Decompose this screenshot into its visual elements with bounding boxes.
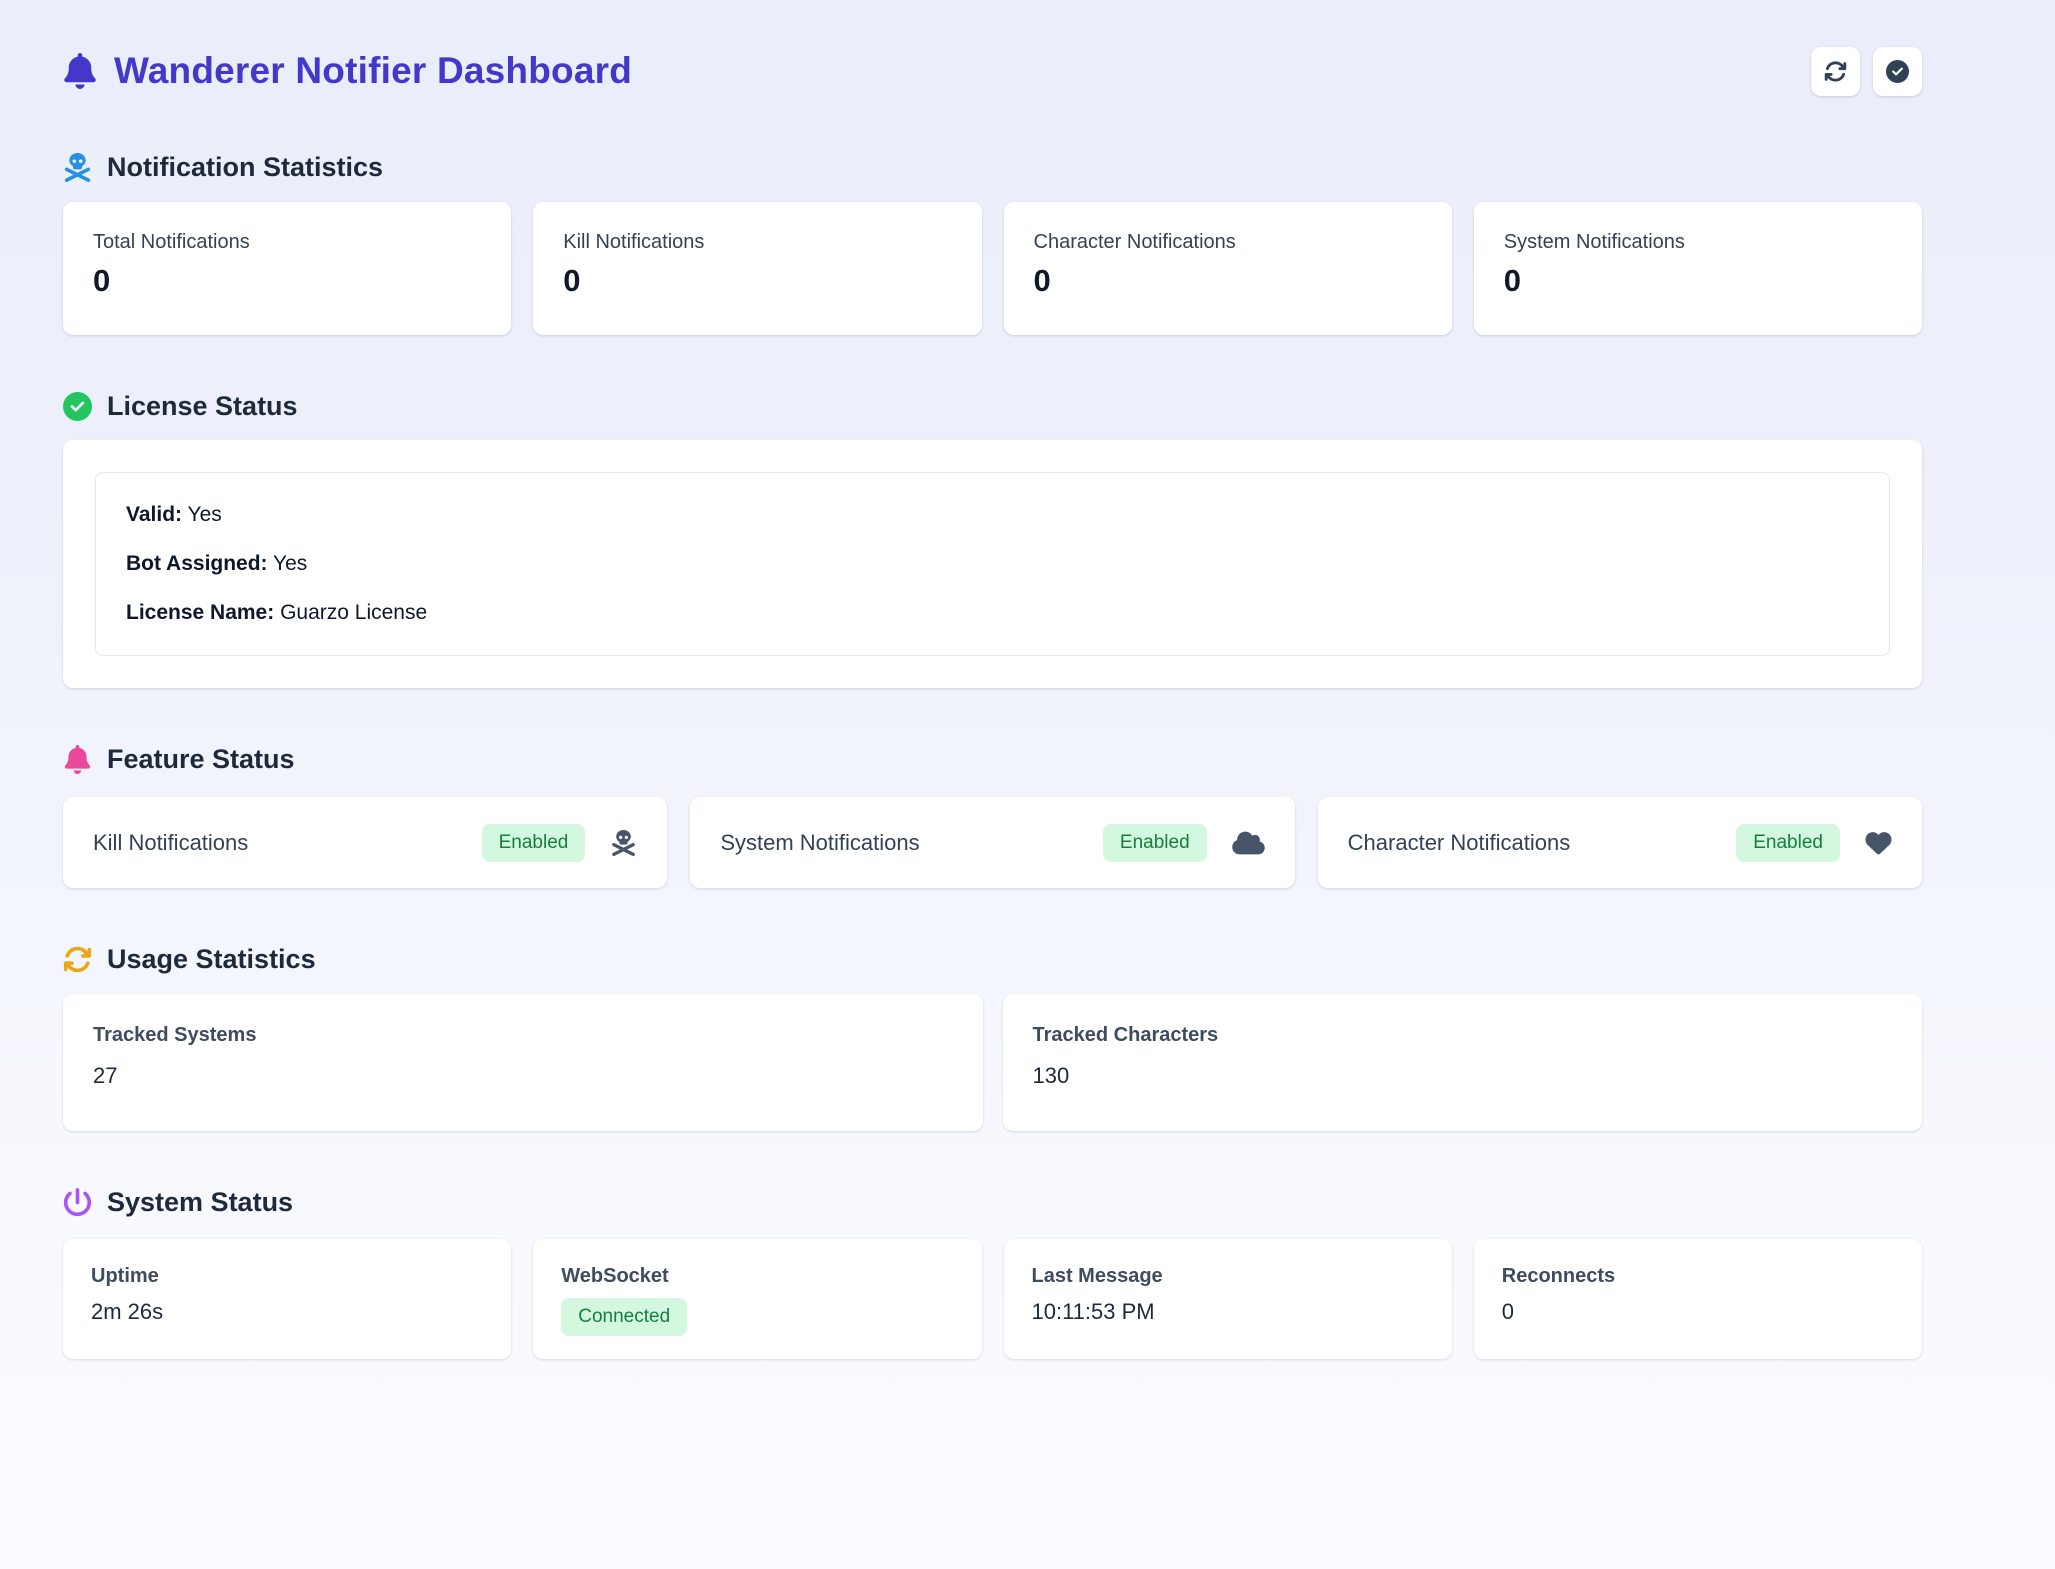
system-label: WebSocket (561, 1265, 953, 1288)
system-label: Uptime (91, 1265, 483, 1288)
system-card-last-message: Last Message 10:11:53 PM (1004, 1239, 1452, 1359)
section-title: License Status (107, 391, 298, 422)
feature-card-kill: Kill Notifications Enabled (63, 797, 667, 888)
notification-statistics-grid: Total Notifications 0 Kill Notifications… (63, 202, 1922, 335)
license-card: Valid: Yes Bot Assigned: Yes License Nam… (63, 440, 1922, 688)
skull-crossbones-icon (610, 830, 637, 856)
system-status-heading: System Status (63, 1187, 1922, 1218)
usage-label: Tracked Systems (93, 1024, 953, 1047)
stat-value: 0 (93, 263, 481, 299)
section-title: System Status (107, 1187, 293, 1218)
system-status-grid: Uptime 2m 26s WebSocket Connected Last M… (63, 1239, 1922, 1359)
license-bot-line: Bot Assigned: Yes (126, 549, 1859, 579)
header: Wanderer Notifier Dashboard (63, 46, 1922, 96)
bell-icon (63, 745, 92, 774)
stat-label: Character Notifications (1034, 231, 1422, 254)
stat-card-character: Character Notifications 0 (1004, 202, 1452, 335)
license-status-heading: License Status (63, 391, 1922, 422)
license-field-label: License Name: (126, 601, 274, 624)
stat-card-kill: Kill Notifications 0 (533, 202, 981, 335)
system-card-reconnects: Reconnects 0 (1474, 1239, 1922, 1359)
usage-label: Tracked Characters (1033, 1024, 1893, 1047)
stat-label: Total Notifications (93, 231, 481, 254)
dashboard-page: Wanderer Notifier Dashboard Notification… (0, 0, 2055, 1359)
feature-status-grid: Kill Notifications Enabled System Notifi… (63, 797, 1922, 888)
feature-status-heading: Feature Status (63, 744, 1922, 775)
license-details-box: Valid: Yes Bot Assigned: Yes License Nam… (95, 472, 1890, 656)
websocket-status-badge: Connected (561, 1298, 687, 1336)
feature-status-group: Enabled (1736, 824, 1892, 862)
usage-card-systems: Tracked Systems 27 (63, 994, 983, 1131)
system-card-websocket: WebSocket Connected (533, 1239, 981, 1359)
feature-status-group: Enabled (482, 824, 638, 862)
usage-value: 27 (93, 1063, 953, 1089)
system-value: 2m 26s (91, 1299, 483, 1325)
usage-statistics-grid: Tracked Systems 27 Tracked Characters 13… (63, 994, 1922, 1131)
section-title: Feature Status (107, 744, 295, 775)
stat-value: 0 (1034, 263, 1422, 299)
header-title-group: Wanderer Notifier Dashboard (63, 50, 632, 92)
usage-card-characters: Tracked Characters 130 (1003, 994, 1923, 1131)
license-field-label: Bot Assigned: (126, 552, 268, 575)
bell-icon (63, 53, 97, 89)
stat-card-total: Total Notifications 0 (63, 202, 511, 335)
stat-value: 0 (563, 263, 951, 299)
stat-label: Kill Notifications (563, 231, 951, 254)
section-title: Usage Statistics (107, 944, 316, 975)
license-field-value: Yes (188, 503, 222, 526)
feature-label: System Notifications (720, 830, 919, 856)
license-field-value: Guarzo License (280, 601, 427, 624)
system-label: Reconnects (1502, 1265, 1894, 1288)
check-circle-icon (63, 392, 92, 421)
cloud-icon (1232, 830, 1265, 856)
feature-card-system: System Notifications Enabled (690, 797, 1294, 888)
stat-value: 0 (1504, 263, 1892, 299)
refresh-button[interactable] (1811, 47, 1860, 96)
license-field-value: Yes (273, 552, 307, 575)
check-circle-icon (1886, 60, 1909, 83)
feature-card-character: Character Notifications Enabled (1318, 797, 1922, 888)
system-card-uptime: Uptime 2m 26s (63, 1239, 511, 1359)
feature-label: Kill Notifications (93, 830, 248, 856)
license-field-label: Valid: (126, 503, 182, 526)
stat-card-system: System Notifications 0 (1474, 202, 1922, 335)
system-value: 10:11:53 PM (1032, 1299, 1424, 1325)
system-label: Last Message (1032, 1265, 1424, 1288)
refresh-icon (63, 945, 92, 974)
heart-icon (1865, 830, 1892, 856)
power-icon (63, 1188, 92, 1217)
notification-statistics-heading: Notification Statistics (63, 152, 1922, 183)
license-name-line: License Name: Guarzo License (126, 598, 1859, 628)
feature-status-group: Enabled (1103, 824, 1265, 862)
refresh-icon (1824, 60, 1847, 83)
usage-statistics-heading: Usage Statistics (63, 944, 1922, 975)
status-badge: Enabled (1103, 824, 1207, 862)
section-title: Notification Statistics (107, 152, 383, 183)
status-badge: Enabled (482, 824, 586, 862)
stat-label: System Notifications (1504, 231, 1892, 254)
license-valid-line: Valid: Yes (126, 500, 1859, 530)
usage-value: 130 (1033, 1063, 1893, 1089)
feature-label: Character Notifications (1348, 830, 1571, 856)
status-badge: Enabled (1736, 824, 1840, 862)
skull-crossbones-icon (63, 153, 92, 182)
header-actions (1811, 47, 1922, 96)
system-value: 0 (1502, 1299, 1894, 1325)
page-title: Wanderer Notifier Dashboard (114, 50, 632, 92)
status-check-button[interactable] (1873, 47, 1922, 96)
